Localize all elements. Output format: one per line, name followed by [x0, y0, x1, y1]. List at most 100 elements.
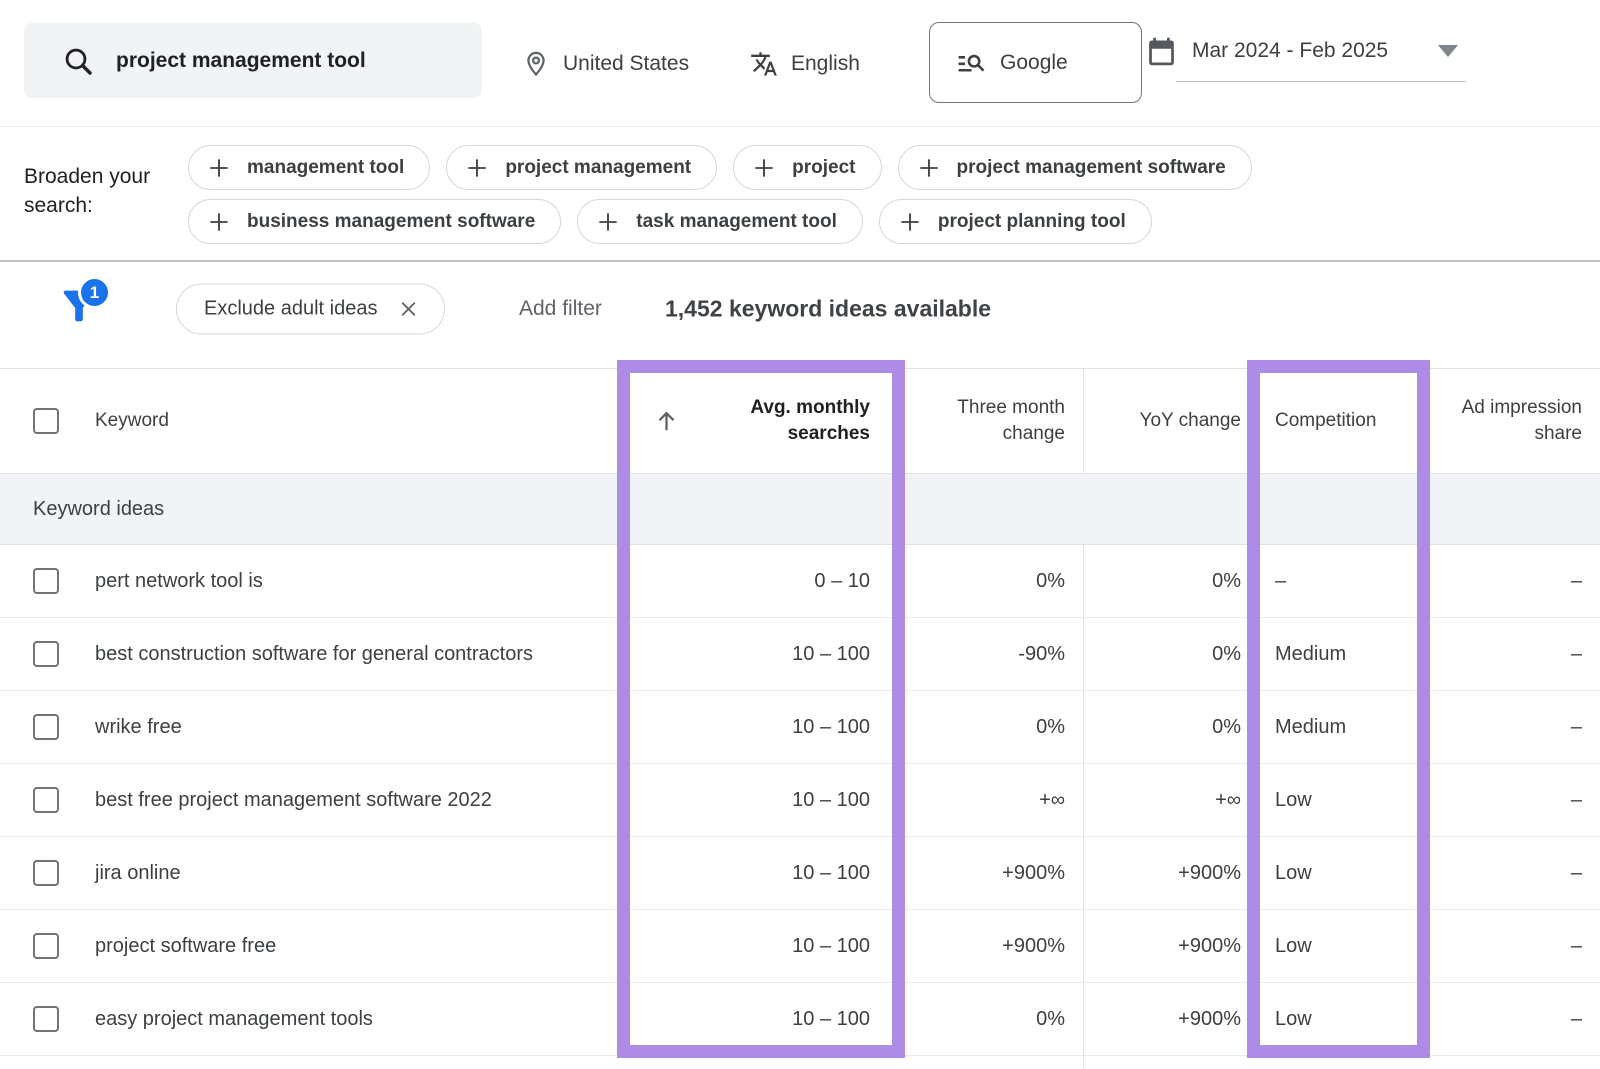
- competition-cell: Low: [1253, 983, 1423, 1055]
- topbar: United States English Google Mar 2024 - …: [0, 0, 1600, 127]
- yoy-change-cell: +∞: [1083, 764, 1253, 836]
- remove-filter-icon[interactable]: [397, 298, 420, 321]
- broaden-chip[interactable]: project management: [446, 145, 717, 190]
- broaden-chip-label: project planning tool: [938, 211, 1126, 233]
- avg-monthly-searches-cell: 10 – 100: [624, 618, 898, 690]
- broaden-chip[interactable]: project: [733, 145, 881, 190]
- broaden-chip[interactable]: project planning tool: [879, 199, 1152, 244]
- avg-monthly-searches-cell: 10 – 100: [624, 691, 898, 763]
- column-header-avg-monthly-searches[interactable]: Avg. monthly searches: [624, 369, 898, 473]
- translate-icon: [750, 50, 778, 78]
- column-header-label: Avg. monthly searches: [719, 395, 870, 446]
- filter-bar: 1 Exclude adult ideas Add filter 1,452 k…: [0, 262, 1600, 356]
- ad-impression-share-cell: –: [1423, 910, 1600, 982]
- table-row: pert network tool is 0 – 10 0% 0% – –: [0, 545, 1600, 618]
- language-selector[interactable]: English: [750, 0, 860, 127]
- column-header-keyword[interactable]: Keyword: [0, 369, 624, 473]
- row-checkbox[interactable]: [33, 860, 59, 886]
- ad-impression-share-cell: –: [1423, 764, 1600, 836]
- keyword-cell: best free project management software 20…: [0, 764, 624, 836]
- keyword-search-box[interactable]: [24, 23, 482, 98]
- add-filter-button[interactable]: Add filter: [519, 297, 602, 321]
- column-header-label: Competition: [1275, 408, 1376, 434]
- keyword-cell: pert network tool is: [0, 545, 624, 617]
- results-summary: 1,452 keyword ideas available: [665, 296, 991, 323]
- broaden-chip[interactable]: project management software: [898, 145, 1252, 190]
- yoy-change-cell: 0%: [1083, 545, 1253, 617]
- avg-monthly-searches-cell: 0 – 10: [624, 545, 898, 617]
- row-checkbox[interactable]: [33, 568, 59, 594]
- column-header-label: YoY change: [1140, 408, 1241, 434]
- column-header-label: Three month change: [948, 395, 1065, 446]
- table-row: project software free 10 – 100 +900% +90…: [0, 910, 1600, 983]
- active-filter-chip[interactable]: Exclude adult ideas: [176, 284, 445, 335]
- column-header-label: Keyword: [95, 408, 169, 434]
- network-selector[interactable]: Google: [929, 22, 1142, 103]
- yoy-change-cell: +900%: [1083, 910, 1253, 982]
- table-row: easy project management tools 10 – 100 0…: [0, 983, 1600, 1056]
- sort-ascending-icon: [652, 407, 681, 436]
- broaden-chip-label: management tool: [247, 157, 404, 179]
- broaden-search-section: Broaden your search: management tool pro…: [0, 127, 1600, 262]
- broaden-chip-list: management tool project management proje…: [188, 145, 1338, 244]
- chevron-down-icon: [1438, 45, 1458, 57]
- plus-icon: [206, 155, 232, 181]
- avg-monthly-searches-cell: 10 – 100: [624, 910, 898, 982]
- location-selector[interactable]: United States: [522, 0, 689, 127]
- competition-cell: Low: [1253, 910, 1423, 982]
- row-checkbox[interactable]: [33, 1006, 59, 1032]
- column-header-three-month-change[interactable]: Three month change: [898, 369, 1083, 473]
- plus-icon: [464, 155, 490, 181]
- plus-icon: [751, 155, 777, 181]
- row-checkbox[interactable]: [33, 933, 59, 959]
- ad-impression-share-cell: –: [1423, 691, 1600, 763]
- plus-icon: [595, 209, 621, 235]
- competition-cell: Medium: [1253, 618, 1423, 690]
- three-month-change-cell: +900%: [898, 910, 1083, 982]
- keyword-cell: easy project management tools: [0, 983, 624, 1055]
- plus-icon: [916, 155, 942, 181]
- select-all-checkbox[interactable]: [33, 408, 59, 434]
- yoy-change-cell: 0%: [1083, 618, 1253, 690]
- ad-impression-share-cell: –: [1423, 837, 1600, 909]
- yoy-change-cell: +900%: [1083, 983, 1253, 1055]
- table-row: best construction software for general c…: [0, 618, 1600, 691]
- three-month-change-cell: +900%: [898, 837, 1083, 909]
- table-row: best free project management software 20…: [0, 764, 1600, 837]
- three-month-change-cell: +∞: [898, 764, 1083, 836]
- location-label: United States: [563, 52, 689, 76]
- competition-cell: Low: [1253, 837, 1423, 909]
- broaden-chip-label: task management tool: [636, 211, 837, 233]
- section-label-keyword-ideas: Keyword ideas: [0, 474, 1600, 545]
- keyword-table: Keyword Avg. monthly searches Three mont…: [0, 356, 1600, 1069]
- network-label: Google: [1000, 51, 1068, 75]
- competition-cell: Medium: [1253, 691, 1423, 763]
- broaden-chip[interactable]: business management software: [188, 199, 561, 244]
- ad-impression-share-cell: –: [1423, 618, 1600, 690]
- broaden-chip-label: project management software: [957, 157, 1226, 179]
- competition-cell: –: [1253, 545, 1423, 617]
- broaden-chip[interactable]: task management tool: [577, 199, 863, 244]
- ad-impression-share-cell: –: [1423, 545, 1600, 617]
- search-input[interactable]: [116, 49, 446, 73]
- search-network-icon: [956, 47, 987, 78]
- row-checkbox[interactable]: [33, 787, 59, 813]
- row-checkbox[interactable]: [33, 714, 59, 740]
- filter-count-badge: 1: [78, 276, 111, 309]
- row-checkbox[interactable]: [33, 641, 59, 667]
- broaden-chip-label: project: [792, 157, 855, 179]
- keyword-cell: wrike free: [0, 691, 624, 763]
- yoy-change-cell: +900%: [1083, 837, 1253, 909]
- column-header-yoy-change[interactable]: YoY change: [1083, 369, 1253, 473]
- date-range-selector[interactable]: Mar 2024 - Feb 2025: [1145, 0, 1458, 102]
- table-row: wrike free 10 – 100 0% 0% Medium –: [0, 691, 1600, 764]
- broaden-search-label: Broaden your search:: [24, 163, 174, 221]
- column-header-ad-impression-share[interactable]: Ad impression share: [1423, 369, 1600, 473]
- language-label: English: [791, 52, 860, 76]
- three-month-change-cell: 0%: [898, 545, 1083, 617]
- broaden-chip-label: project management: [505, 157, 691, 179]
- date-underline: [1176, 81, 1466, 82]
- table-header-row: Keyword Avg. monthly searches Three mont…: [0, 368, 1600, 474]
- column-header-competition[interactable]: Competition: [1253, 369, 1423, 473]
- broaden-chip[interactable]: management tool: [188, 145, 430, 190]
